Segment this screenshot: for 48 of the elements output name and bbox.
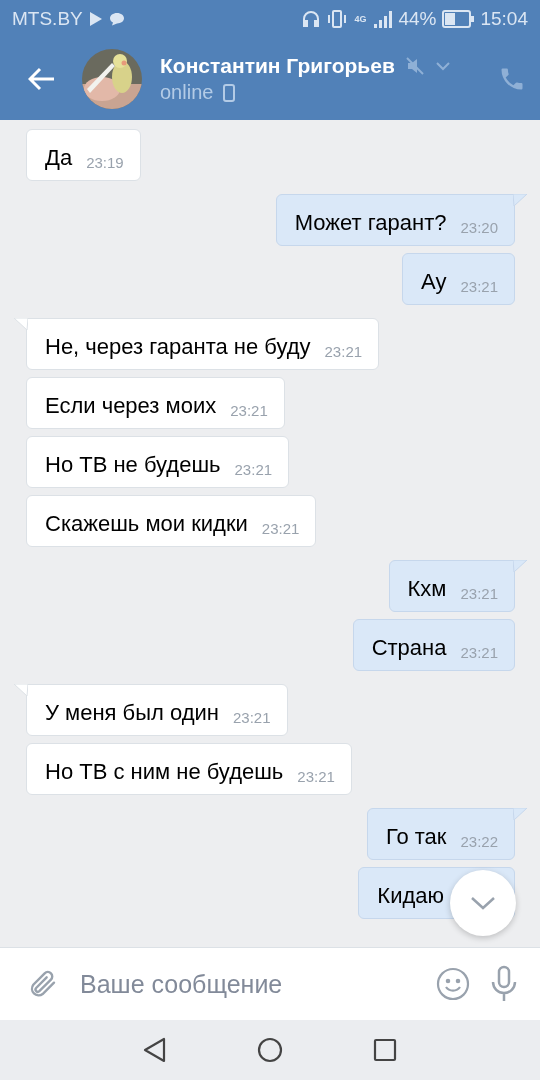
battery-percent: 44%	[398, 8, 437, 30]
signal-icon	[372, 10, 393, 28]
carrier-name: MTS.BY	[12, 8, 83, 30]
message-text: У меня был один	[45, 700, 219, 726]
message-text: Кидаю	[377, 883, 444, 909]
message-text: Скажешь мои кидки	[45, 511, 248, 537]
online-status: online	[160, 81, 214, 104]
message-time: 23:21	[460, 644, 498, 661]
message-time: 23:21	[233, 709, 271, 726]
recents-nav-button[interactable]	[373, 1038, 397, 1062]
message-text: Кхм	[407, 576, 447, 602]
message-time: 23:21	[230, 402, 268, 419]
message-text: Не, через гаранта не буду	[45, 334, 311, 360]
message-time: 23:21	[261, 520, 300, 537]
microphone-button[interactable]	[490, 965, 518, 1003]
message-time: 23:21	[324, 343, 363, 360]
headphones-icon	[302, 10, 321, 28]
back-button[interactable]	[28, 67, 56, 91]
phone-device-icon	[223, 83, 236, 102]
chat-icon	[108, 12, 125, 26]
message-text: Но ТВ с ним не будешь	[45, 759, 284, 785]
message-time: 23:21	[460, 278, 498, 295]
battery-icon	[442, 10, 475, 28]
message-time: 23:21	[297, 768, 335, 785]
message-text: Да	[45, 145, 73, 171]
back-nav-button[interactable]	[143, 1037, 167, 1063]
clock: 15:04	[480, 8, 528, 30]
message-time: 23:19	[86, 154, 124, 171]
message-time: 23:21	[460, 585, 498, 602]
play-icon	[88, 11, 103, 27]
message-time: 23:21	[234, 461, 273, 478]
vibrate-icon	[326, 9, 349, 29]
home-nav-button[interactable]	[257, 1037, 283, 1063]
emoji-button[interactable]	[436, 967, 470, 1001]
message-text: Ау	[421, 269, 447, 295]
message-time: 23:22	[460, 833, 498, 850]
message-text: Страна	[371, 635, 447, 661]
message-text: Если через моих	[45, 393, 217, 419]
message-text: Го так	[385, 824, 447, 850]
composer-bar[interactable]: Ваше сообщение	[0, 947, 540, 1020]
contact-name: Константин Григорьев	[160, 54, 395, 78]
message-input[interactable]: Ваше сообщение	[78, 968, 416, 1000]
message-time: 23:20	[460, 219, 498, 236]
message-text: Но ТВ не будешь	[45, 452, 221, 478]
chevron-down-icon	[470, 896, 496, 910]
network-label: 4G	[354, 14, 367, 24]
chevron-down-icon[interactable]	[434, 61, 451, 71]
message-text: Может гарант?	[294, 210, 447, 236]
